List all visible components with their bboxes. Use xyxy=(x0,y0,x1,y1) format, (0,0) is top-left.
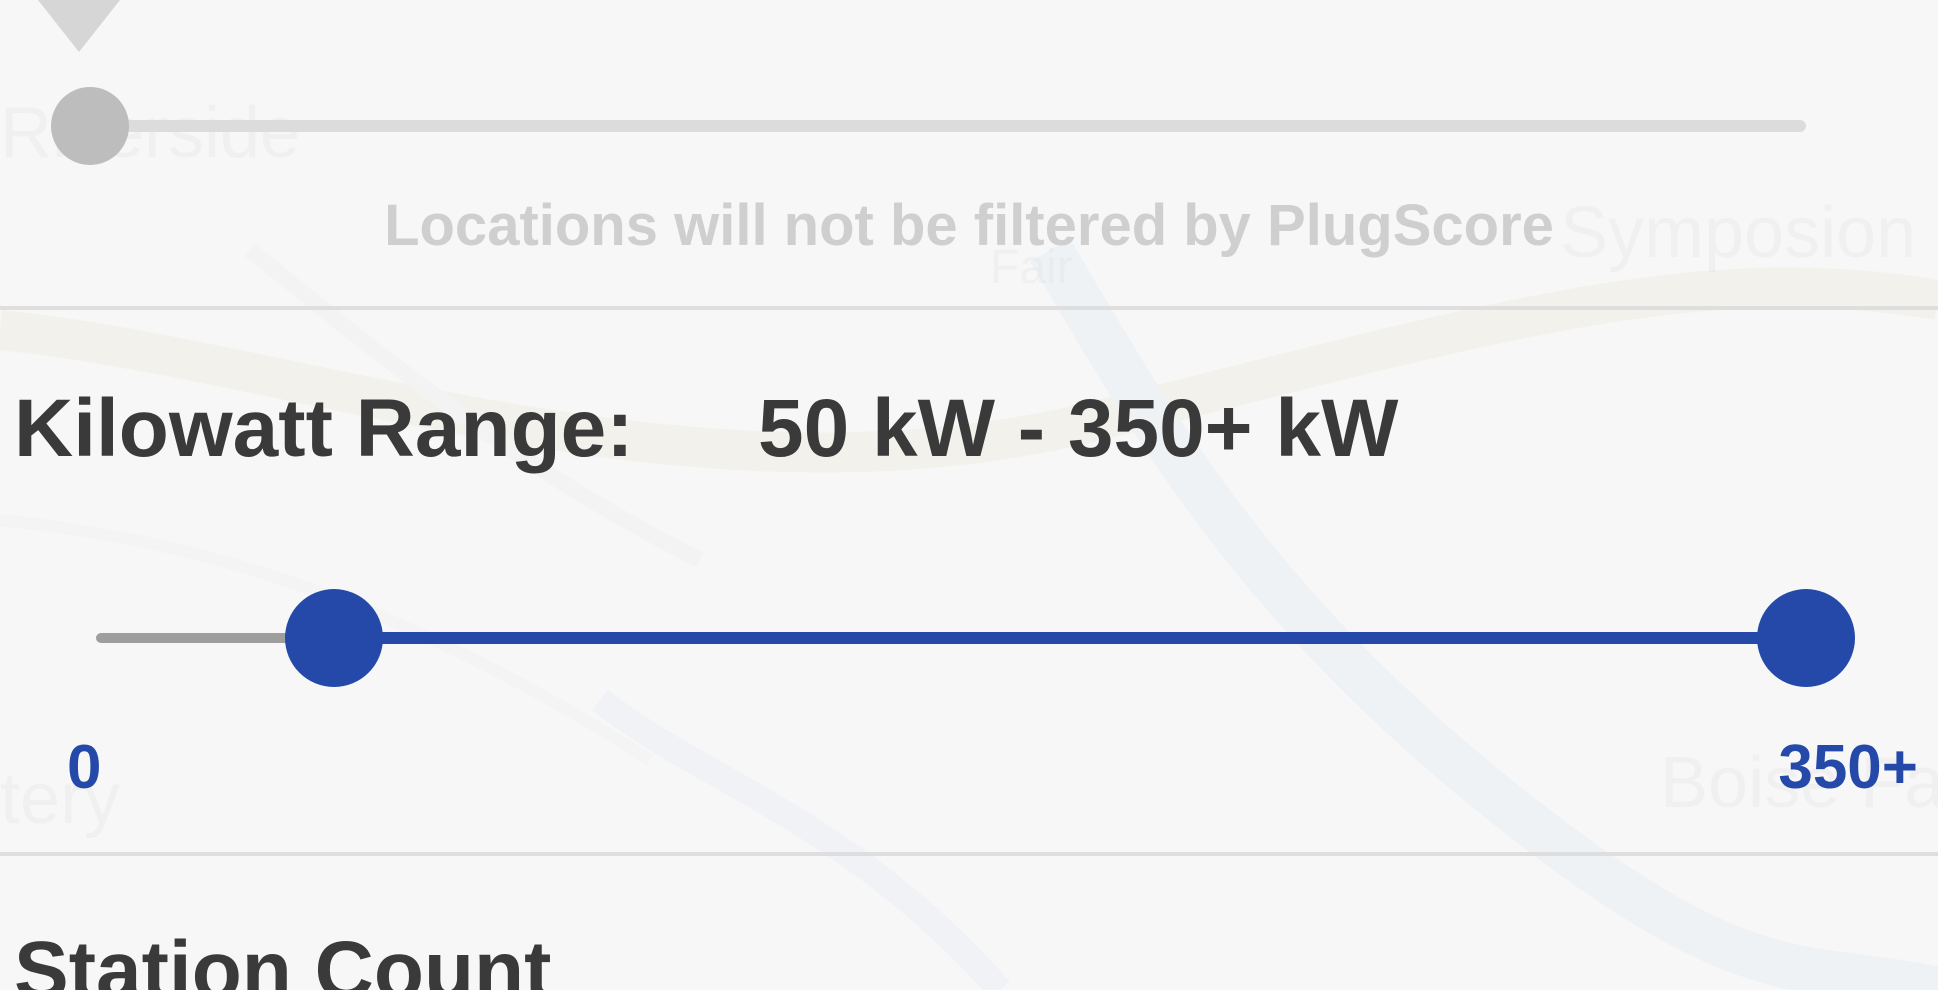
kilowatt-max-label: 350+ xyxy=(1778,733,1918,802)
kilowatt-range-value: 50 kW - 350+ kW xyxy=(758,383,1399,474)
filter-panel: Riverside Symposion Boise Fa tery Fair L… xyxy=(0,0,1938,990)
plugscore-note: Locations will not be filtered by PlugSc… xyxy=(384,193,1554,258)
kilowatt-slider-min-thumb[interactable] xyxy=(284,589,383,687)
kilowatt-slider-max-thumb[interactable] xyxy=(1757,589,1855,687)
kilowatt-range-title: Kilowatt Range: xyxy=(14,383,634,474)
map-pin-icon xyxy=(24,0,134,52)
station-count-title: Station Count xyxy=(14,925,552,990)
kilowatt-slider-selected-range[interactable] xyxy=(333,632,1806,644)
panel-overlay xyxy=(0,0,1938,990)
section-divider xyxy=(0,306,1938,310)
plugscore-slider-track[interactable] xyxy=(90,120,1806,132)
kilowatt-min-label: 0 xyxy=(67,733,102,802)
plugscore-slider-thumb[interactable] xyxy=(51,87,129,165)
section-divider xyxy=(0,852,1938,856)
